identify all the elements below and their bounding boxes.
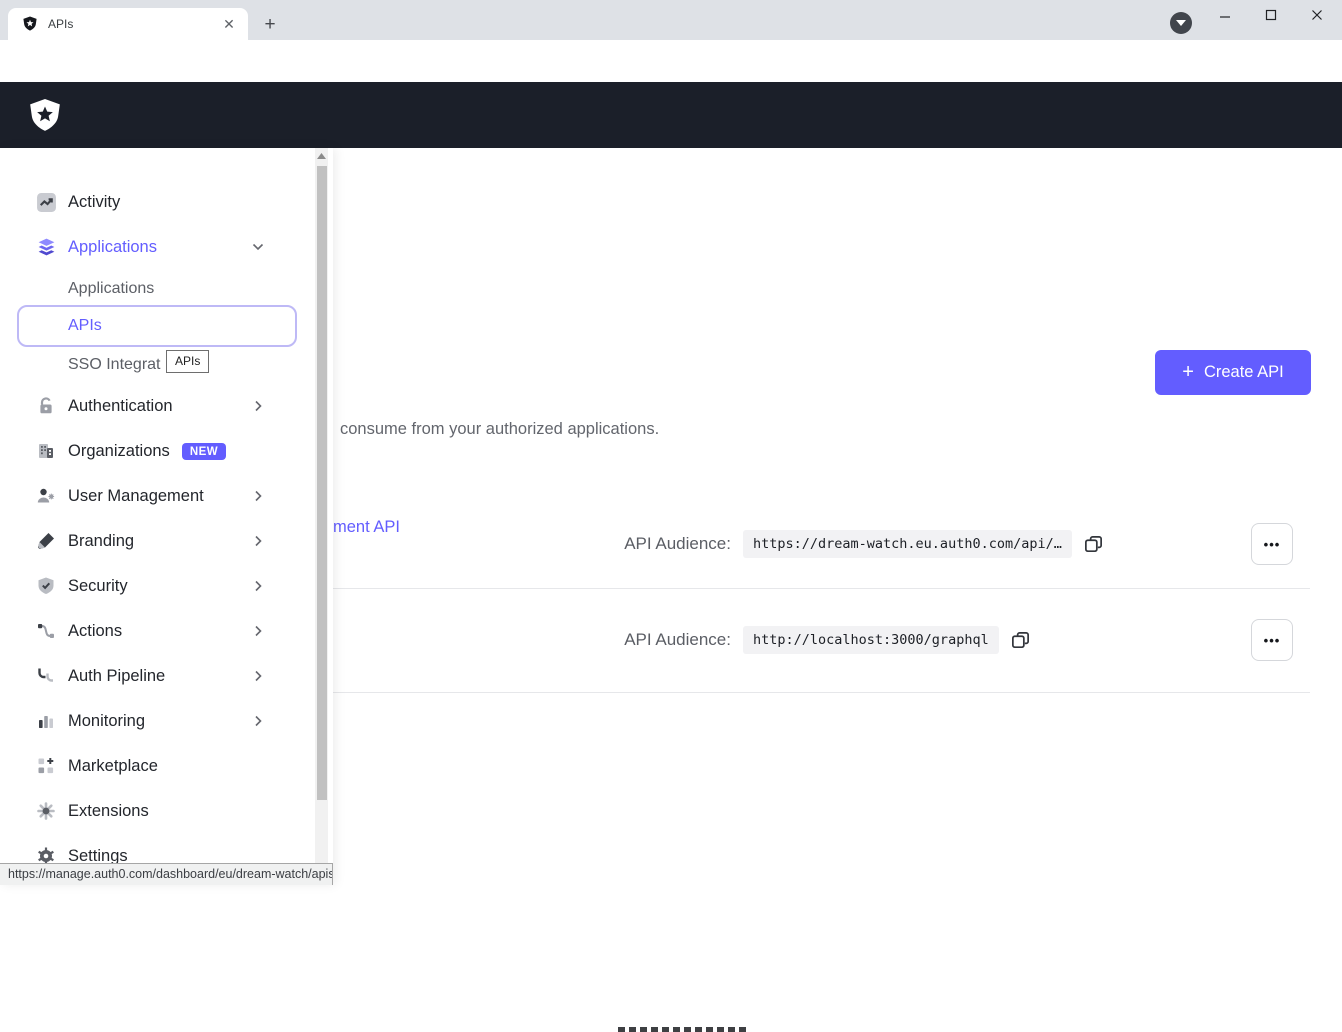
chevron-right-icon (251, 624, 265, 638)
window-minimize-button[interactable] (1210, 2, 1240, 28)
create-api-button[interactable]: + Create API (1155, 350, 1311, 395)
sidebar-item-organizations[interactable]: Organizations NEW (0, 433, 313, 469)
lock-icon (35, 395, 57, 417)
cutoff-element (618, 1027, 750, 1032)
sidebar-item-sso-integrations[interactable]: SSO Integrat (0, 347, 313, 383)
tab-close-icon[interactable]: ✕ (220, 15, 238, 33)
flow-icon (35, 620, 57, 642)
api-name-link[interactable]: ment API (333, 518, 400, 537)
row-divider (333, 692, 1310, 693)
activity-chart-icon (35, 191, 57, 213)
window-maximize-button[interactable] (1256, 2, 1286, 28)
sidebar-item-authentication[interactable]: Authentication (0, 388, 313, 424)
copy-icon[interactable] (1082, 532, 1106, 556)
sidebar-item-branding[interactable]: Branding (0, 523, 313, 559)
tab-search-icon[interactable] (1170, 12, 1192, 34)
chevron-right-icon (251, 714, 265, 728)
audience-label: API Audience: (600, 630, 731, 650)
sidebar-item-activity[interactable]: Activity (0, 184, 313, 220)
auth0-logo[interactable] (28, 98, 62, 134)
copy-icon[interactable] (1009, 628, 1033, 652)
tab-title: APIs (48, 17, 220, 31)
chevron-right-icon (251, 489, 265, 503)
layers-icon (35, 236, 57, 258)
sidebar-item-user-management[interactable]: User Management (0, 478, 313, 514)
shield-check-icon (35, 575, 57, 597)
sidebar-item-extensions[interactable]: Extensions (0, 793, 313, 829)
building-icon (35, 440, 57, 462)
row-menu-button[interactable]: ••• (1251, 523, 1293, 565)
audience-label: API Audience: (600, 534, 731, 554)
status-bar-url: https://manage.auth0.com/dashboard/eu/dr… (0, 863, 333, 885)
api-audience-row: API Audience: https://dream-watch.eu.aut… (600, 522, 1106, 566)
api-audience-row: API Audience: http://localhost:3000/grap… (600, 618, 1033, 662)
paintbrush-icon (35, 530, 57, 552)
scrollbar-up-arrow[interactable] (315, 148, 328, 163)
sidebar-scrollbar[interactable] (315, 148, 328, 885)
app-header: dream-watch Discuss your needs Docs (0, 82, 1342, 148)
chevron-right-icon (251, 579, 265, 593)
browser-tab[interactable]: APIs ✕ (8, 8, 248, 40)
sidebar-nav: Activity Applications Applications APIs … (0, 148, 333, 885)
new-tab-button[interactable]: + (258, 13, 282, 37)
sidebar-item-applications-sub[interactable]: Applications (0, 271, 313, 307)
chevron-right-icon (251, 399, 265, 413)
sidebar-item-actions[interactable]: Actions (0, 613, 313, 649)
bar-chart-icon (35, 710, 57, 732)
scrollbar-thumb[interactable] (317, 166, 327, 800)
browser-toolbar: manage.auth0.com/dashboard/eu/dream-watc… (0, 40, 1342, 82)
window-close-button[interactable] (1302, 2, 1332, 28)
sidebar-item-security[interactable]: Security (0, 568, 313, 604)
chevron-right-icon (251, 669, 265, 683)
plus-icon: + (1182, 362, 1194, 382)
row-menu-button[interactable]: ••• (1251, 619, 1293, 661)
apis-tooltip: APIs (166, 350, 209, 373)
new-badge: NEW (182, 443, 226, 460)
audience-value: http://localhost:3000/graphql (743, 626, 999, 654)
sidebar-item-monitoring[interactable]: Monitoring (0, 703, 313, 739)
sidebar-item-marketplace[interactable]: Marketplace (0, 748, 313, 784)
tab-strip: APIs ✕ + (0, 0, 1342, 40)
user-gear-icon (35, 485, 57, 507)
row-divider (333, 588, 1310, 589)
sidebar-item-apis[interactable]: APIs (17, 305, 297, 347)
pipeline-icon (35, 665, 57, 687)
sidebar-item-applications[interactable]: Applications (0, 229, 313, 265)
chevron-down-icon (251, 240, 265, 254)
browser-window: APIs ✕ + mana (0, 0, 1342, 885)
extensions-gear-icon (35, 800, 57, 822)
sidebar-item-auth-pipeline[interactable]: Auth Pipeline (0, 658, 313, 694)
auth0-favicon (22, 16, 38, 32)
chevron-right-icon (251, 534, 265, 548)
page-description: consume from your authorized application… (340, 420, 659, 439)
audience-value: https://dream-watch.eu.auth0.com/api/… (743, 530, 1072, 558)
marketplace-icon (35, 755, 57, 777)
